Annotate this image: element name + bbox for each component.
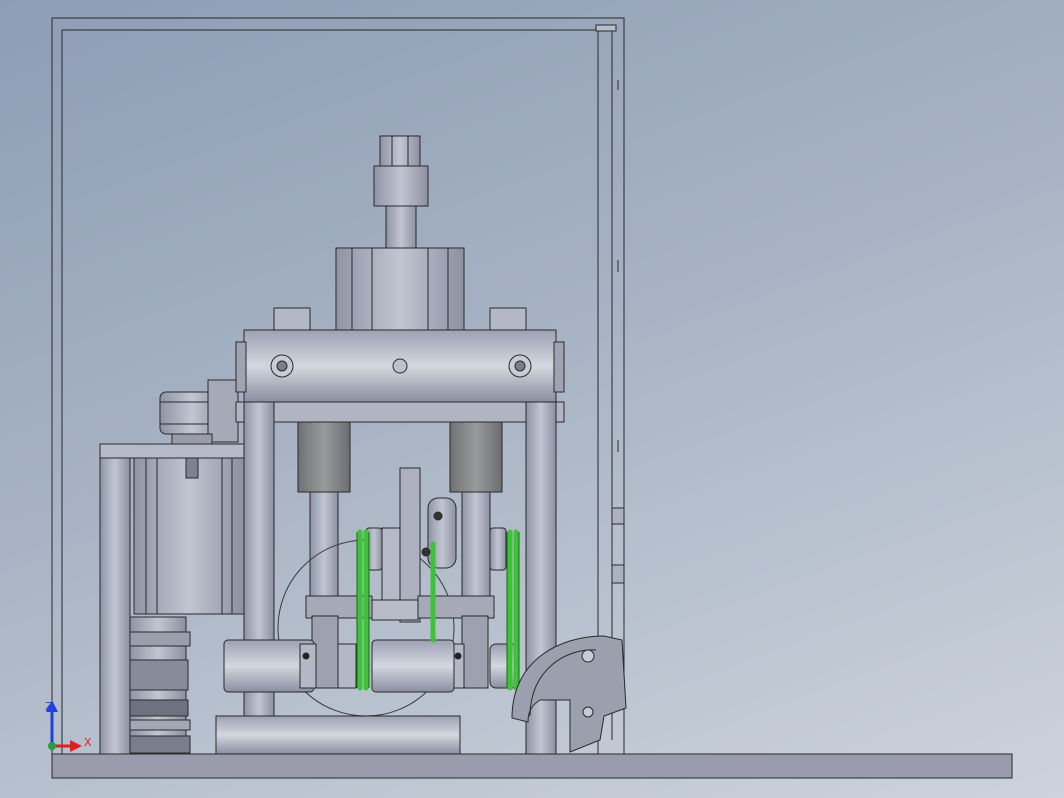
clamp-block-left[interactable]	[129, 616, 191, 754]
upper-roller-center[interactable]	[421, 497, 457, 569]
damper-right[interactable]	[449, 421, 503, 493]
left-support-column[interactable]	[99, 457, 131, 755]
rod-coupler[interactable]	[373, 165, 429, 207]
pneumatic-cylinder[interactable]	[335, 247, 465, 331]
cad-viewport[interactable]: Z X	[0, 0, 1064, 798]
bolt-hole-right-inner	[514, 360, 526, 372]
bolt-hole-left-inner	[276, 360, 288, 372]
damper-left[interactable]	[297, 421, 351, 493]
coordinate-triad: Z X	[45, 700, 92, 752]
guide-block-right[interactable]	[489, 307, 527, 331]
center-bracket[interactable]	[399, 467, 421, 623]
piston-rod[interactable]	[385, 205, 417, 249]
center-bracket-block[interactable]	[381, 527, 401, 601]
guide-block-left[interactable]	[273, 307, 311, 331]
lower-center-block[interactable]	[371, 599, 419, 621]
lower-crossbar-right[interactable]	[417, 595, 495, 619]
hex-nut[interactable]	[379, 135, 421, 167]
foot-block[interactable]	[215, 715, 461, 755]
z-axis-label: Z	[45, 700, 53, 713]
x-axis-label: X	[84, 736, 92, 749]
lower-bracket-right[interactable]	[461, 615, 489, 689]
center-hole[interactable]	[392, 358, 408, 374]
upper-roller-right[interactable]	[489, 527, 507, 571]
inner-rod-right[interactable]	[461, 491, 491, 599]
base-plate[interactable]	[51, 753, 1013, 779]
inner-rod-left[interactable]	[309, 491, 339, 599]
guide-post-left[interactable]	[243, 401, 275, 755]
timing-pulley[interactable]	[159, 379, 239, 445]
